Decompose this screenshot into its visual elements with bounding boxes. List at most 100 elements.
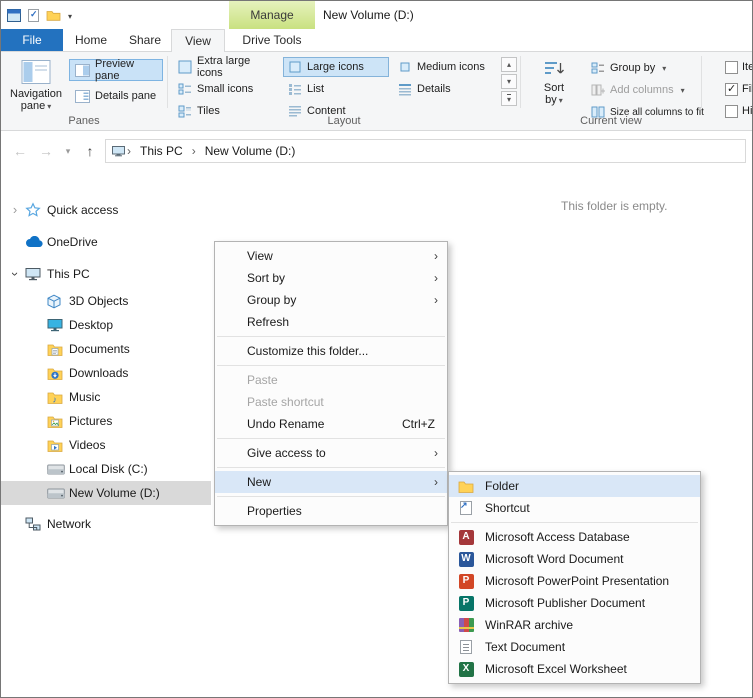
tab-share-label: Share (129, 33, 161, 47)
sidebar-item-pictures[interactable]: Pictures (1, 409, 211, 433)
submenu-item-excel-worksheet[interactable]: X Microsoft Excel Worksheet (449, 658, 700, 680)
manage-contextual-tab[interactable]: Manage (229, 1, 315, 29)
3d-objects-icon (47, 294, 61, 309)
layout-details[interactable]: Details (393, 79, 499, 99)
preview-pane-label: Preview pane (95, 58, 157, 82)
address-breadcrumb-bar[interactable]: This PC New Volume (D:) (105, 139, 746, 163)
group-by-button[interactable]: Group by (585, 57, 672, 79)
forward-button[interactable]: → (35, 137, 57, 165)
menu-item-label: Group by (247, 293, 296, 307)
context-menu: View Sort by Group by Refresh Customize … (214, 241, 448, 526)
add-columns-button[interactable]: Add columns (585, 79, 691, 101)
recent-locations-dropdown[interactable]: ▾ (57, 137, 79, 165)
submenu-arrow-icon (434, 471, 438, 493)
sidebar-item-label: OneDrive (47, 235, 98, 249)
menu-separator (451, 522, 698, 523)
menu-item-refresh[interactable]: Refresh (215, 311, 447, 333)
address-bar: ← → ▾ ↑ This PC New Volume (D:) (1, 137, 752, 165)
sidebar-item-label: Quick access (47, 203, 118, 217)
menu-item-paste-shortcut[interactable]: Paste shortcut (215, 391, 447, 413)
ribbon-tab-row: File Home Share View Drive Tools (1, 29, 752, 51)
sidebar-item-network[interactable]: Network (1, 511, 211, 537)
back-button[interactable]: ← (9, 137, 31, 165)
submenu-item-access-database[interactable]: A Microsoft Access Database (449, 526, 700, 548)
layout-group-label: Layout (168, 115, 520, 127)
medium-icons-icon (398, 60, 412, 74)
preview-pane-icon (75, 64, 90, 77)
breadcrumb-new-volume[interactable]: New Volume (D:) (198, 144, 303, 158)
submenu-item-publisher-document[interactable]: P Microsoft Publisher Document (449, 592, 700, 614)
titlebar: Manage New Volume (D:) (1, 1, 752, 29)
sidebar-item-local-disk-c[interactable]: Local Disk (C:) (1, 457, 211, 481)
checkbox-checked-icon[interactable] (725, 83, 738, 96)
layout-small-icons[interactable]: Small icons (173, 79, 279, 99)
properties-qat-icon[interactable] (28, 9, 39, 22)
submenu-item-powerpoint-presentation[interactable]: P Microsoft PowerPoint Presentation (449, 570, 700, 592)
submenu-arrow-icon (434, 267, 438, 289)
menu-item-give-access-to[interactable]: Give access to (215, 442, 447, 464)
sidebar-item-quick-access[interactable]: Quick access (1, 197, 211, 223)
sidebar-item-desktop[interactable]: Desktop (1, 313, 211, 337)
submenu-item-word-document[interactable]: W Microsoft Word Document (449, 548, 700, 570)
item-check-boxes-checkbox[interactable]: Item check boxes (725, 59, 752, 75)
tab-file[interactable]: File (1, 29, 63, 51)
tab-drive-tools[interactable]: Drive Tools (229, 29, 315, 51)
submenu-item-winrar-archive[interactable]: WinRAR archive (449, 614, 700, 636)
gallery-scroll-down-button[interactable] (501, 74, 517, 89)
tab-home[interactable]: Home (63, 29, 119, 51)
breadcrumb-this-pc[interactable]: This PC (133, 144, 190, 158)
folder-icon (458, 478, 474, 494)
layout-option-label: Medium icons (417, 61, 485, 73)
sidebar-item-new-volume-d[interactable]: New Volume (D:) (1, 481, 211, 505)
menu-item-properties[interactable]: Properties (215, 500, 447, 522)
local-disk-icon (47, 464, 65, 475)
text-document-icon (458, 639, 474, 655)
group-by-label: Group by (610, 62, 655, 74)
layout-medium-icons[interactable]: Medium icons (393, 57, 499, 77)
checkbox-icon[interactable] (725, 61, 738, 74)
new-folder-qat-icon[interactable] (46, 9, 61, 21)
menu-item-undo-rename[interactable]: Undo Rename Ctrl+Z (215, 413, 447, 435)
sidebar-item-this-pc[interactable]: This PC (1, 261, 211, 287)
sidebar-item-downloads[interactable]: Downloads (1, 361, 211, 385)
ribbon-separator (167, 56, 168, 108)
tab-share[interactable]: Share (119, 29, 171, 51)
menu-item-paste[interactable]: Paste (215, 369, 447, 391)
details-pane-button[interactable]: Details pane (69, 85, 163, 107)
breadcrumb-chevron-icon[interactable] (192, 144, 196, 158)
preview-pane-button[interactable]: Preview pane (69, 59, 163, 81)
sidebar-item-documents[interactable]: Documents (1, 337, 211, 361)
gallery-more-button[interactable] (501, 91, 517, 106)
sidebar-item-3d-objects[interactable]: 3D Objects (1, 289, 211, 313)
menu-item-customize-this-folder[interactable]: Customize this folder... (215, 340, 447, 362)
layout-extra-large-icons[interactable]: Extra large icons (173, 57, 279, 77)
chevron-right-icon[interactable] (9, 204, 21, 216)
qat-dropdown-icon[interactable] (68, 8, 72, 22)
menu-item-view[interactable]: View (215, 245, 447, 267)
submenu-item-folder[interactable]: Folder (449, 475, 700, 497)
tab-view[interactable]: View (171, 29, 225, 52)
sidebar-item-music[interactable]: ♪ Music (1, 385, 211, 409)
menu-item-new[interactable]: New (215, 471, 447, 493)
sidebar-item-videos[interactable]: Videos (1, 433, 211, 457)
up-button[interactable]: ↑ (79, 137, 101, 165)
menu-item-sort-by[interactable]: Sort by (215, 267, 447, 289)
file-name-extensions-label: File name extensions (742, 83, 752, 95)
layout-list[interactable]: List (283, 79, 389, 99)
gallery-scroll-up-button[interactable] (501, 57, 517, 72)
file-name-extensions-checkbox[interactable]: File name extensions (725, 81, 752, 97)
sidebar-item-onedrive[interactable]: OneDrive (1, 229, 211, 255)
submenu-item-text-document[interactable]: Text Document (449, 636, 700, 658)
layout-large-icons[interactable]: Large icons (283, 57, 389, 77)
chevron-down-icon (557, 94, 563, 106)
layout-option-label: Large icons (307, 61, 364, 73)
hidden-items-checkbox[interactable]: Hidden items (725, 103, 752, 119)
submenu-item-shortcut[interactable]: Shortcut (449, 497, 700, 519)
navigation-pane-icon (21, 59, 51, 85)
sidebar-item-label: Videos (69, 438, 105, 452)
chevron-down-icon (679, 84, 685, 96)
checkbox-icon[interactable] (725, 105, 738, 118)
menu-item-group-by[interactable]: Group by (215, 289, 447, 311)
breadcrumb-chevron-icon[interactable] (127, 144, 131, 158)
chevron-expanded-icon[interactable] (9, 268, 21, 280)
